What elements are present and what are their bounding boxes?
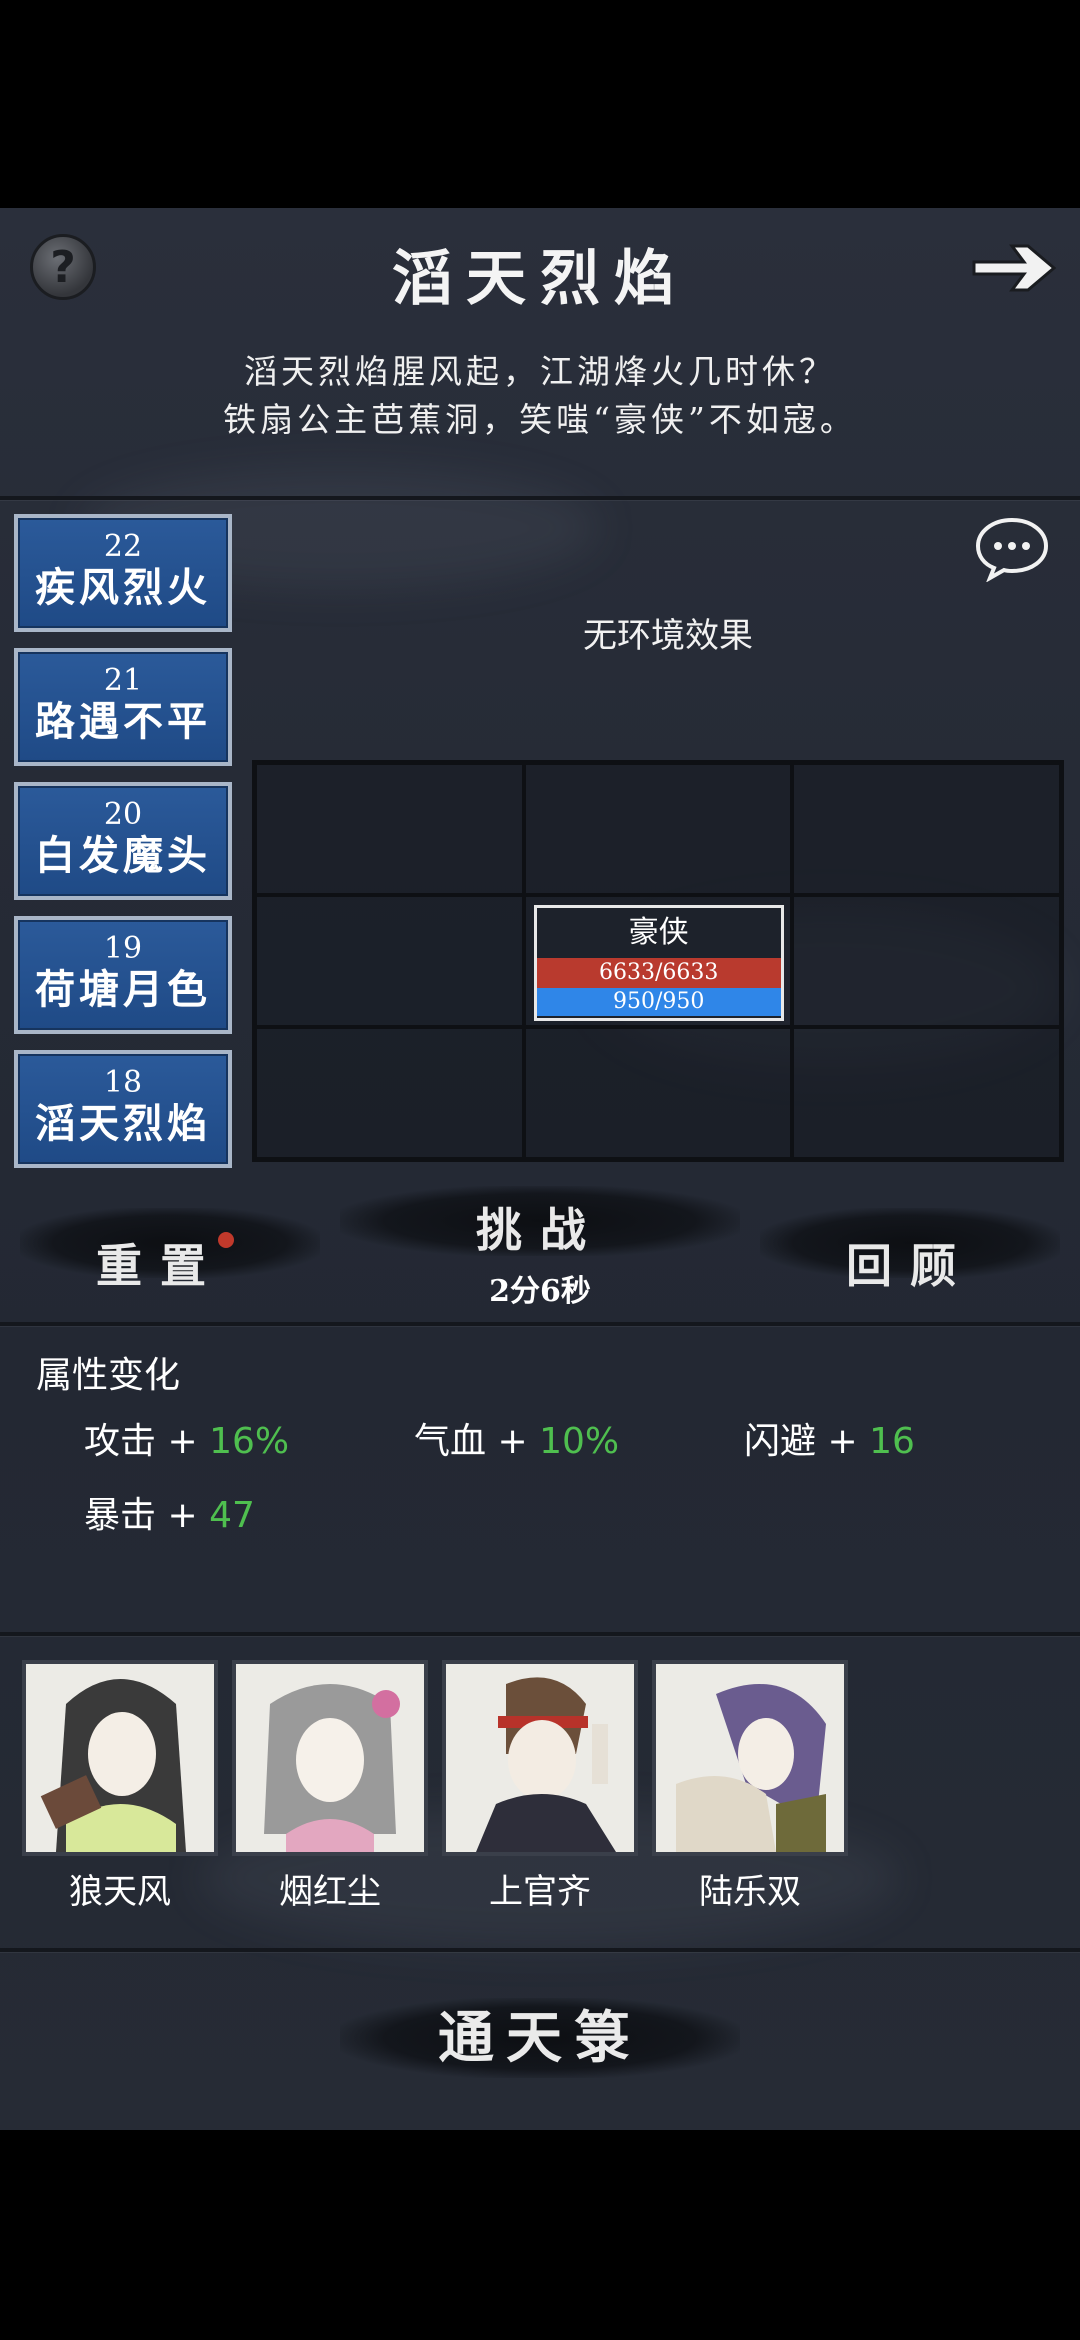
hp-bar: 6633/6633 xyxy=(536,958,781,988)
grid-cell[interactable] xyxy=(523,763,793,895)
grid-cell[interactable] xyxy=(792,895,1061,1027)
challenge-button[interactable]: 挑战 xyxy=(390,1194,690,1260)
grid-cell[interactable] xyxy=(792,763,1061,895)
grid-cell[interactable] xyxy=(792,1027,1061,1159)
health-bonus: 气血 + 10% xyxy=(414,1412,619,1464)
review-button[interactable]: 回顾 xyxy=(810,1230,1010,1296)
stage-number: 21 xyxy=(103,663,143,698)
grid-cell[interactable] xyxy=(255,763,524,895)
stage-item-21[interactable]: 21 路遇不平 xyxy=(14,648,232,766)
divider xyxy=(0,496,1080,500)
attack-bonus: 攻击 + 16% xyxy=(84,1412,289,1464)
stage-number: 20 xyxy=(103,797,143,832)
hero-name: 烟红尘 xyxy=(279,1872,381,1912)
grid-cell[interactable] xyxy=(255,895,524,1027)
unit-name: 豪侠 xyxy=(628,915,689,950)
hero-portrait xyxy=(652,1660,848,1856)
stage-item-19[interactable]: 19 荷塘月色 xyxy=(14,916,232,1034)
page-title: 滔天烈焰 xyxy=(392,244,688,314)
hero-card[interactable]: 陆乐双 xyxy=(652,1660,848,1913)
attr-label: 闪避 + xyxy=(744,1421,870,1462)
hero-name: 陆乐双 xyxy=(699,1872,801,1912)
stage-name: 白发魔头 xyxy=(35,832,211,879)
attr-label: 暴击 + xyxy=(84,1495,210,1536)
game-screen: ? 滔天烈焰 滔天烈焰腥风起，江湖烽火几时休？ 铁扇公主芭蕉洞，笑嗤“豪侠”不如… xyxy=(0,208,1080,2130)
description-line: 滔天烈焰腥风起，江湖烽火几时休？ xyxy=(244,352,836,391)
stage-number: 19 xyxy=(103,931,143,966)
formation-grid: 豪侠 6633/6633 950/950 xyxy=(252,760,1064,1162)
hero-portrait xyxy=(22,1660,218,1856)
crit-bonus: 暴击 + 47 xyxy=(84,1486,255,1538)
stage-description: 滔天烈焰腥风起，江湖烽火几时休？ 铁扇公主芭蕉洞，笑嗤“豪侠”不如寇。 xyxy=(0,348,1080,444)
mp-bar: 950/950 xyxy=(536,988,781,1016)
hero-card[interactable]: 上官齐 xyxy=(442,1660,638,1913)
divider xyxy=(0,1322,1080,1326)
description-line: 铁扇公主芭蕉洞，笑嗤“豪侠”不如寇。 xyxy=(223,400,857,439)
attr-value: 10% xyxy=(539,1421,620,1462)
environment-effect: 无环境效果 xyxy=(583,616,753,656)
stage-number: 18 xyxy=(103,1065,143,1100)
grid-cell[interactable] xyxy=(255,1027,524,1159)
stage-name: 荷塘月色 xyxy=(35,966,211,1013)
hero-illustration-icon xyxy=(26,1664,214,1852)
divider xyxy=(0,1948,1080,1952)
attr-value: 47 xyxy=(209,1495,255,1536)
divider xyxy=(0,1632,1080,1636)
stage-item-18[interactable]: 18 滔天烈焰 xyxy=(14,1050,232,1168)
grid-cell[interactable]: 豪侠 6633/6633 950/950 xyxy=(523,895,793,1027)
hero-illustration-icon xyxy=(446,1664,634,1852)
stage-number: 22 xyxy=(103,529,143,564)
hero-illustration-icon xyxy=(236,1664,424,1852)
tongtianlu-button[interactable]: 通天箓 xyxy=(390,1993,690,2074)
grid-cell[interactable] xyxy=(523,1027,793,1159)
enemy-unit-card[interactable]: 豪侠 6633/6633 950/950 xyxy=(533,905,784,1021)
attr-value: 16 xyxy=(869,1421,915,1462)
attr-label: 攻击 + xyxy=(84,1421,210,1462)
challenge-timer: 2分6秒 xyxy=(489,1274,591,1309)
hero-name: 狼天风 xyxy=(69,1872,171,1912)
hero-portrait xyxy=(232,1660,428,1856)
hero-portrait xyxy=(442,1660,638,1856)
stage-item-22[interactable]: 22 疾风烈火 xyxy=(14,514,232,632)
hero-card[interactable]: 狼天风 xyxy=(22,1660,218,1913)
attr-value: 16% xyxy=(209,1421,290,1462)
dodge-bonus: 闪避 + 16 xyxy=(744,1412,915,1464)
arrow-right-icon[interactable] xyxy=(968,238,1060,298)
stage-name: 疾风烈火 xyxy=(35,564,211,611)
hero-card[interactable]: 烟红尘 xyxy=(232,1660,428,1913)
attr-label: 气血 + xyxy=(414,1421,540,1462)
stage-name: 路遇不平 xyxy=(35,698,211,745)
hero-illustration-icon xyxy=(656,1664,844,1852)
attribute-change-title: 属性变化 xyxy=(36,1355,181,1396)
stage-name: 滔天烈焰 xyxy=(35,1100,211,1147)
stage-item-20[interactable]: 20 白发魔头 xyxy=(14,782,232,900)
notification-dot xyxy=(218,1232,234,1248)
hero-name: 上官齐 xyxy=(489,1872,591,1912)
chat-bubble-icon[interactable] xyxy=(974,516,1050,582)
